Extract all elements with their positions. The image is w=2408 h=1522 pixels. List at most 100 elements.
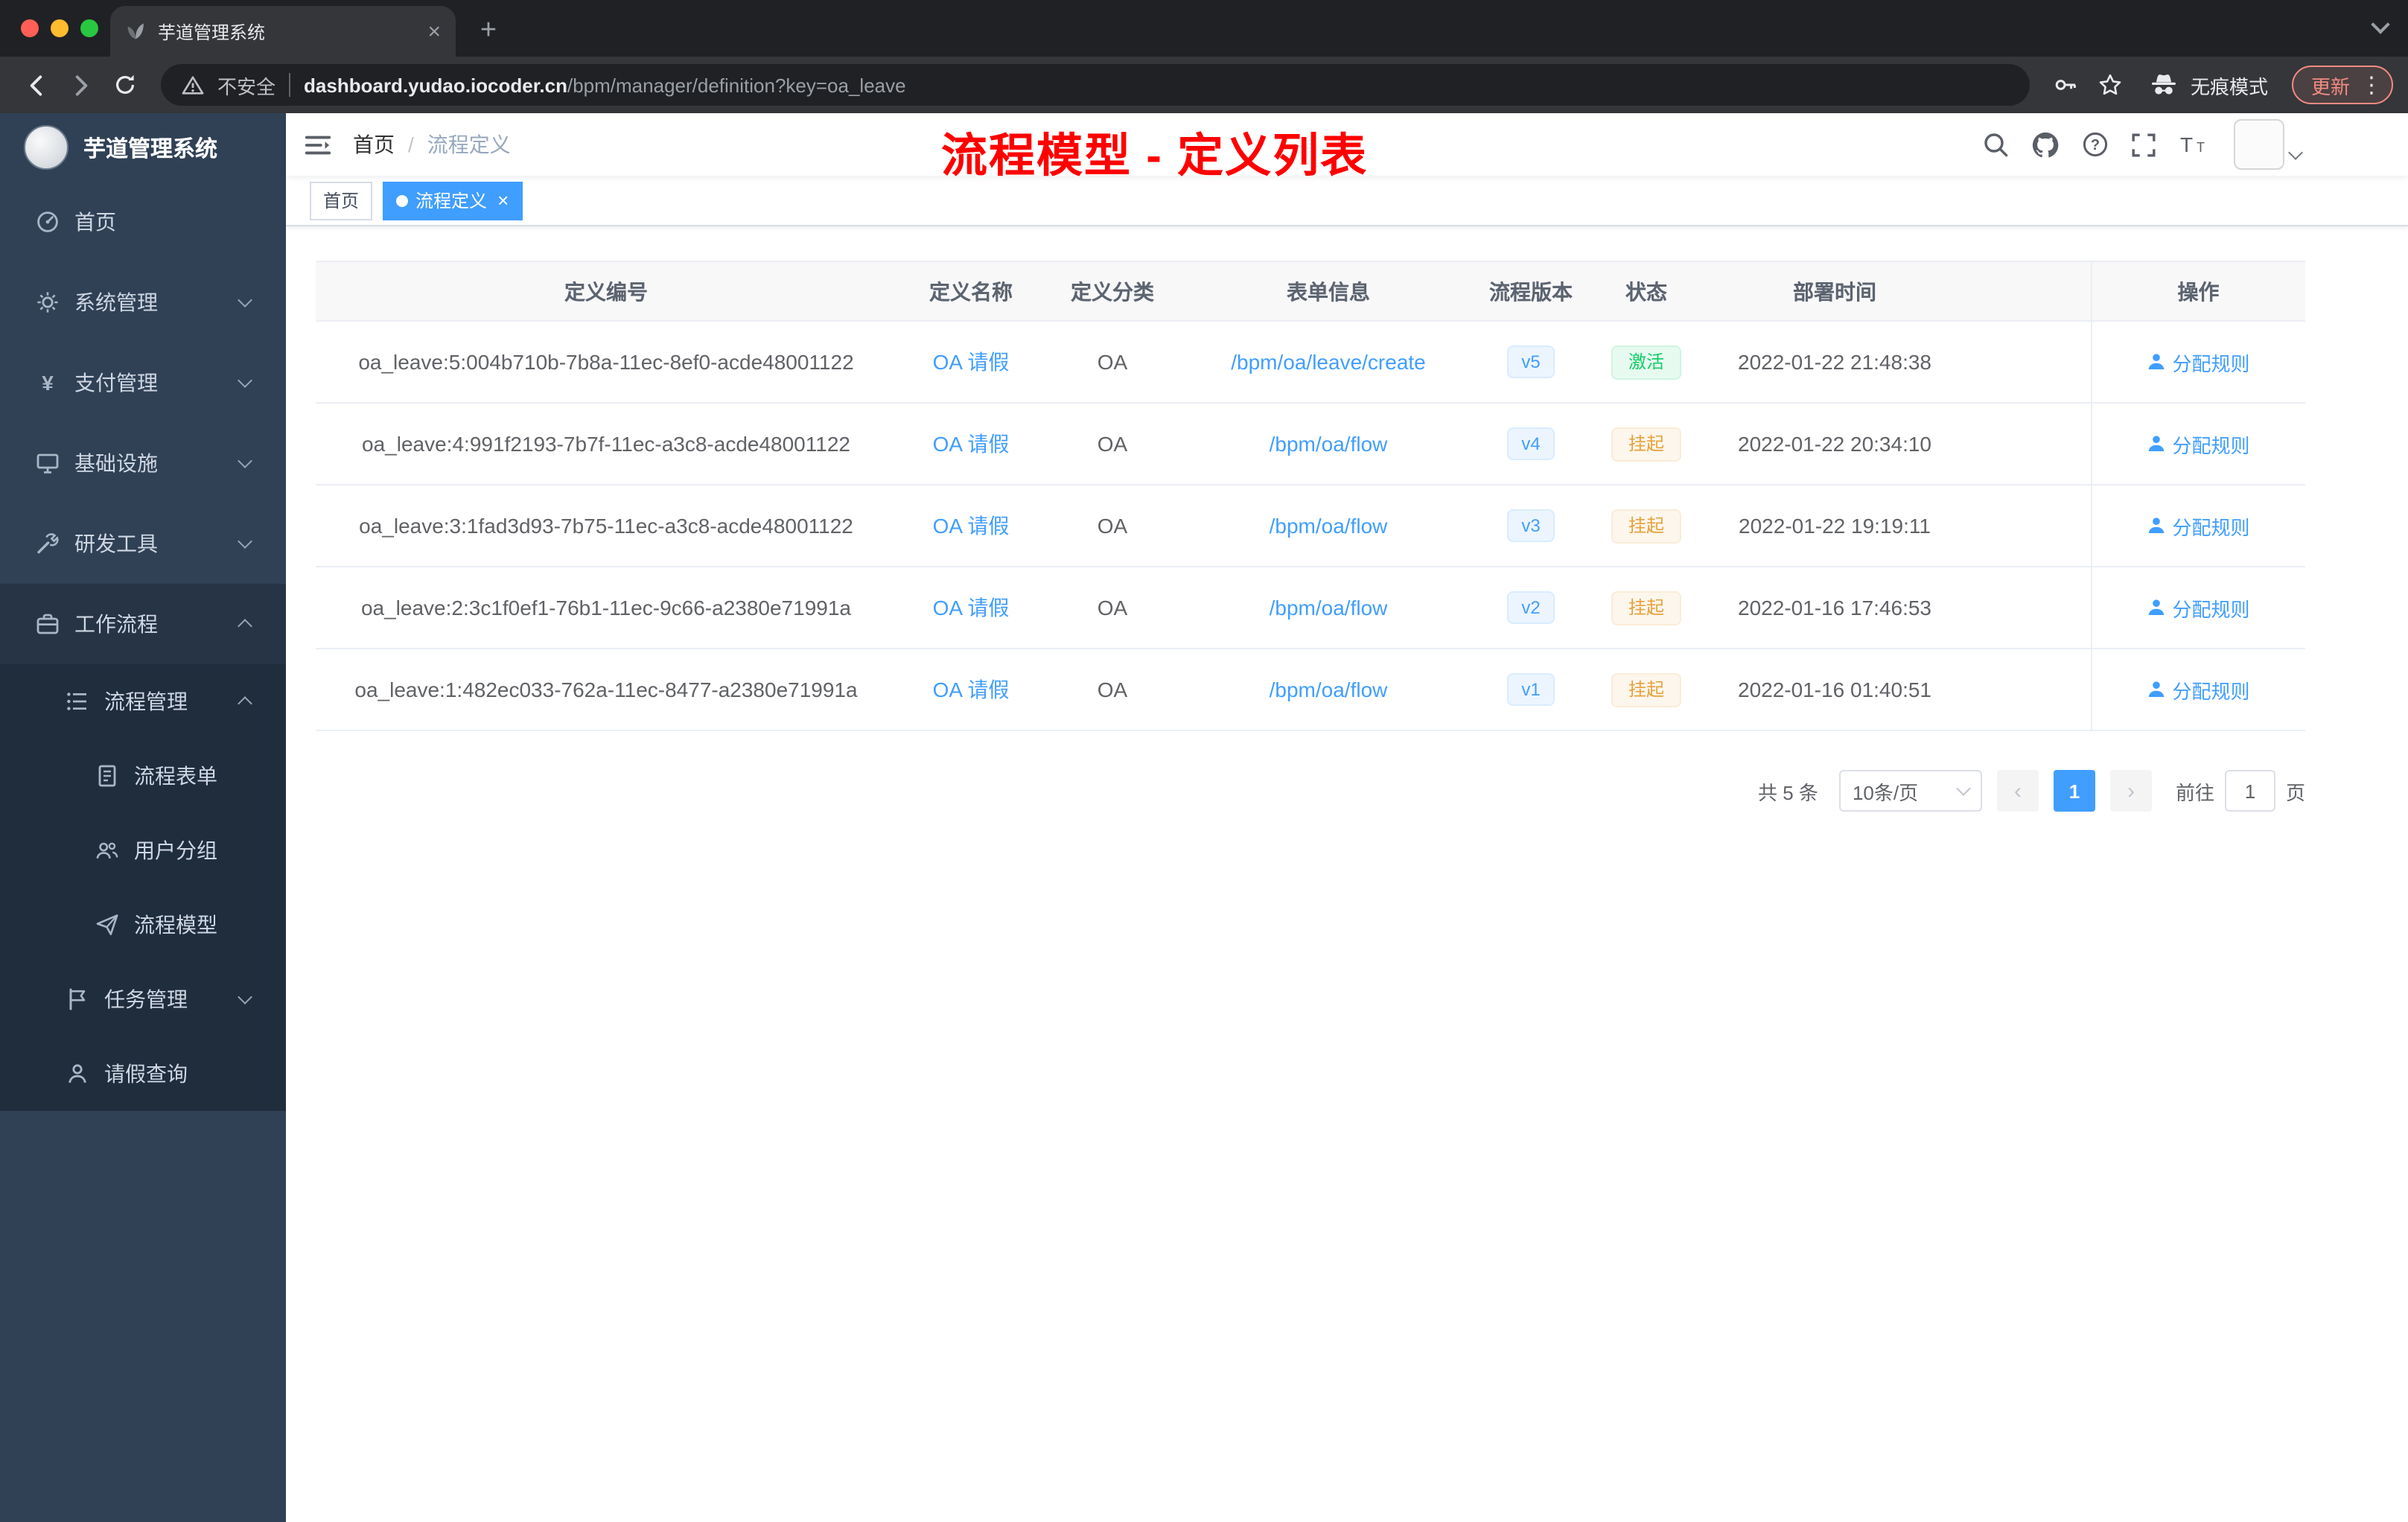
sidebar-item[interactable]: ¥ 支付管理 [0, 343, 286, 423]
back-button[interactable] [15, 64, 57, 106]
forward-button[interactable] [60, 64, 101, 106]
definition-name-link[interactable]: OA 请假 [933, 350, 1010, 374]
col-definition-category: 定义分类 [1045, 261, 1179, 322]
url-text[interactable]: dashboard.yudao.iocoder.cn/bpm/manager/d… [304, 74, 906, 96]
bookmark-star-icon[interactable] [2089, 64, 2131, 106]
form-info-link[interactable]: /bpm/oa/flow [1270, 514, 1388, 538]
form-info-link[interactable]: /bpm/oa/flow [1270, 678, 1388, 701]
close-window-button[interactable] [21, 19, 39, 37]
chevron-icon [238, 990, 252, 1004]
next-page-button[interactable]: › [2109, 770, 2152, 812]
definition-name-link[interactable]: OA 请假 [933, 514, 1010, 538]
sidebar-item[interactable]: 用户分组 [0, 813, 286, 888]
cell-deploy-time: 2022-01-22 20:34:10 [1708, 403, 1961, 485]
status-badge: 激活 [1611, 345, 1681, 379]
sidebar-item[interactable]: 流程模型 [0, 888, 286, 962]
passwords-key-icon[interactable] [2045, 64, 2086, 106]
cell-filler [1961, 567, 2091, 649]
tag[interactable]: 首页 × [310, 181, 373, 220]
definition-name-link[interactable]: OA 请假 [933, 432, 1010, 456]
cell-definition-id: oa_leave:5:004b710b-7b8a-11ec-8ef0-acde4… [316, 321, 896, 404]
sidebar-item[interactable]: 工作流程 [0, 584, 286, 664]
sidebar-item[interactable]: 任务管理 [0, 962, 286, 1037]
chevron-icon [238, 534, 252, 549]
incognito-label: 无痕模式 [2190, 75, 2268, 98]
sidebar-logo[interactable]: 芋道管理系统 [0, 113, 286, 182]
sidebar-item[interactable]: 首页 [0, 182, 286, 262]
status-badge: 挂起 [1611, 590, 1681, 625]
prev-page-button[interactable]: ‹ [1996, 770, 2039, 812]
sidebar-item[interactable]: 基础设施 [0, 423, 286, 503]
svg-text:?: ? [2091, 137, 2100, 153]
tag-close-icon[interactable]: × [497, 191, 509, 210]
sidebar-item[interactable]: 流程管理 [0, 664, 286, 739]
status-badge: 挂起 [1611, 427, 1681, 461]
cell-filler [1961, 485, 2091, 567]
svg-text:T: T [2180, 133, 2193, 156]
cell-definition-id: oa_leave:1:482ec033-762a-11ec-8477-a2380… [316, 649, 896, 731]
assign-rule-link[interactable]: 分配规则 [2147, 430, 2250, 458]
font-size-icon[interactable]: TT [2179, 133, 2211, 156]
sidebar-item[interactable]: 请假查询 [0, 1037, 286, 1111]
col-process-version: 流程版本 [1477, 261, 1584, 322]
assign-rule-link[interactable]: 分配规则 [2147, 675, 2250, 704]
github-icon[interactable] [2031, 130, 2060, 159]
select-caret-icon [1956, 781, 1971, 796]
reload-button[interactable] [104, 64, 146, 106]
cell-deploy-time: 2022-01-22 21:48:38 [1708, 321, 1961, 404]
search-icon[interactable] [1982, 131, 2009, 158]
person-icon [2148, 354, 2164, 369]
screen: 芋道管理系统 × + 不安全 dashboard.yudao.iocoder.c… [0, 0, 2408, 1522]
goto-label: 前往 [2175, 781, 2214, 803]
incognito-icon [2149, 70, 2179, 100]
fullscreen-icon[interactable] [2131, 132, 2156, 157]
form-info-link[interactable]: /bpm/oa/flow [1270, 596, 1388, 620]
tab-close-icon[interactable]: × [427, 20, 441, 42]
current-page-button[interactable]: 1 [2053, 770, 2095, 812]
chevron-icon [238, 293, 252, 308]
definition-name-link[interactable]: OA 请假 [933, 678, 1010, 701]
version-badge: v5 [1506, 346, 1555, 378]
user-icon [66, 1062, 89, 1086]
security-warning-icon[interactable] [182, 74, 204, 96]
table-header-row: 定义编号 定义名称 定义分类 表单信息 流程版本 状态 部署时间 操作 [316, 261, 2305, 322]
person-icon [2148, 436, 2164, 451]
page-size-select[interactable]: 10条/页 [1838, 770, 1982, 812]
sidebar-item[interactable]: 系统管理 [0, 262, 286, 343]
goto-page-input[interactable] [2224, 770, 2275, 812]
page-content: 定义编号 定义名称 定义分类 表单信息 流程版本 状态 部署时间 操作 oa_l… [286, 226, 2408, 1522]
hamburger-icon[interactable] [304, 130, 332, 159]
table-row: oa_leave:3:1fad3d93-7b75-11ec-a3c8-acde4… [316, 485, 2305, 567]
task-icon [66, 987, 89, 1011]
security-label[interactable]: 不安全 [217, 71, 275, 99]
assign-rule-link[interactable]: 分配规则 [2147, 348, 2250, 376]
yen-icon: ¥ [36, 371, 60, 395]
form-info-link[interactable]: /bpm/oa/leave/create [1231, 350, 1426, 374]
tab-search-chevron-icon[interactable] [2371, 15, 2390, 34]
assign-rule-link[interactable]: 分配规则 [2147, 593, 2250, 622]
help-icon[interactable]: ? [2082, 131, 2109, 158]
new-tab-button[interactable]: + [471, 12, 506, 48]
version-badge: v2 [1506, 591, 1555, 624]
sidebar-item[interactable]: 流程表单 [0, 739, 286, 813]
omnibox-divider [289, 73, 291, 97]
user-avatar-dropdown[interactable] [2234, 119, 2303, 170]
form-info-link[interactable]: /bpm/oa/flow [1270, 432, 1388, 456]
maximize-window-button[interactable] [80, 19, 98, 37]
assign-rule-link[interactable]: 分配规则 [2147, 512, 2250, 540]
browser-tab[interactable]: 芋道管理系统 × [110, 6, 456, 57]
sidebar-item[interactable]: 研发工具 [0, 503, 286, 584]
minimize-window-button[interactable] [51, 19, 69, 37]
kebab-menu-icon[interactable]: ⋮ [2360, 71, 2383, 98]
tag[interactable]: 流程定义 × [383, 181, 523, 220]
chevron-icon [238, 453, 252, 468]
window-controls [21, 19, 98, 37]
browser-menu-update-button[interactable]: 更新 ⋮ [2291, 66, 2393, 104]
navbar-actions: ? TT [1982, 119, 2303, 170]
definition-name-link[interactable]: OA 请假 [933, 596, 1010, 620]
table-row: oa_leave:2:3c1f0ef1-76b1-11ec-9c66-a2380… [316, 567, 2305, 649]
logo-avatar [24, 125, 69, 170]
breadcrumb-home[interactable]: 首页 [353, 130, 395, 159]
address-bar[interactable]: 不安全 dashboard.yudao.iocoder.cn/bpm/manag… [161, 64, 2030, 106]
flow-icon [66, 690, 89, 713]
